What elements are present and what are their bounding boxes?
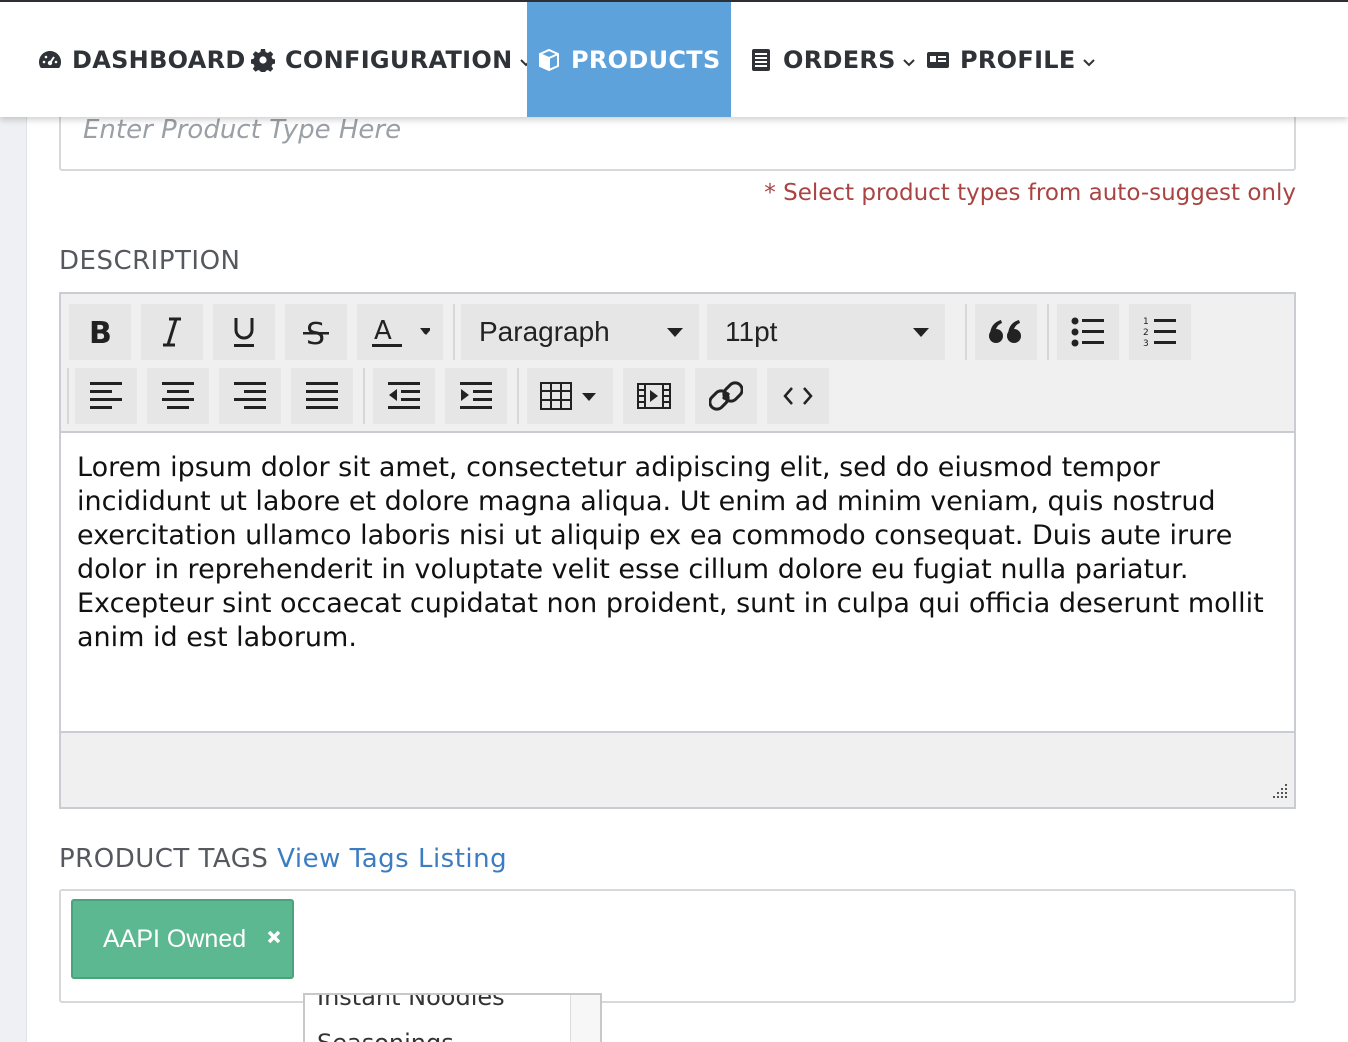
chevron-down-icon bbox=[667, 328, 683, 337]
media-button[interactable] bbox=[623, 368, 685, 424]
chevron-down-icon bbox=[1082, 58, 1095, 66]
outdent-button[interactable] bbox=[373, 368, 435, 424]
toolbar-separator bbox=[363, 368, 365, 424]
blockquote-button[interactable] bbox=[975, 304, 1037, 360]
underline-button[interactable] bbox=[213, 304, 275, 360]
chevron-down-icon bbox=[903, 58, 915, 66]
table-icon bbox=[540, 382, 596, 410]
product-tags-label: PRODUCT TAGS View Tags Listing bbox=[59, 844, 507, 874]
nav-dashboard[interactable]: DASHBOARD bbox=[38, 2, 246, 117]
align-center-icon bbox=[162, 382, 194, 409]
nav-label: CONFIGURATION bbox=[285, 45, 513, 74]
top-navbar: DASHBOARD CONFIGURATION PRODUCTS ORDERS … bbox=[0, 0, 1348, 117]
nav-orders[interactable]: ORDERS bbox=[749, 2, 916, 117]
left-gutter bbox=[0, 0, 27, 1042]
indent-button[interactable] bbox=[445, 368, 507, 424]
nav-label: PRODUCTS bbox=[571, 45, 721, 74]
align-justify-icon bbox=[306, 382, 338, 409]
source-code-button[interactable] bbox=[767, 368, 829, 424]
svg-text:3: 3 bbox=[1143, 339, 1149, 349]
bold-icon: B bbox=[89, 317, 112, 347]
film-icon bbox=[637, 383, 671, 409]
chevron-down-icon bbox=[913, 328, 929, 337]
product-tags-title: PRODUCT TAGS bbox=[59, 844, 269, 874]
description-text: Lorem ipsum dolor sit amet, consectetur … bbox=[77, 452, 1264, 653]
align-right-button[interactable] bbox=[219, 368, 281, 424]
italic-button[interactable] bbox=[141, 304, 203, 360]
product-type-hint: * Select product types from auto-suggest… bbox=[764, 180, 1296, 206]
align-center-button[interactable] bbox=[147, 368, 209, 424]
strikethrough-icon: S bbox=[303, 317, 329, 348]
toolbar-separator bbox=[1047, 304, 1049, 360]
tags-input[interactable]: AAPI Owned bbox=[59, 889, 1296, 1003]
svg-text:1: 1 bbox=[1143, 317, 1149, 327]
font-size-value: 11pt bbox=[725, 316, 778, 347]
nav-products[interactable]: PRODUCTS bbox=[527, 2, 731, 117]
list-icon bbox=[749, 48, 773, 72]
strikethrough-button[interactable]: S bbox=[285, 304, 347, 360]
nav-profile[interactable]: PROFILE bbox=[926, 2, 1096, 117]
editor-toolbar: B S A Paragraph 11pt 12 3 bbox=[61, 294, 1294, 431]
bullet-list-icon bbox=[1071, 317, 1104, 347]
remove-tag-icon[interactable] bbox=[266, 929, 282, 945]
font-size-select[interactable]: 11pt bbox=[707, 304, 945, 360]
toolbar-separator bbox=[67, 368, 69, 424]
suggestions-scrollbar[interactable] bbox=[570, 995, 600, 1042]
product-type-input[interactable] bbox=[83, 112, 1263, 148]
numbered-list-button[interactable]: 123 bbox=[1129, 304, 1191, 360]
gear-icon bbox=[251, 48, 275, 72]
align-right-icon bbox=[234, 382, 266, 409]
align-left-icon bbox=[90, 382, 122, 409]
box-icon bbox=[537, 48, 561, 72]
italic-icon bbox=[163, 317, 181, 347]
bullet-list-button[interactable] bbox=[1057, 304, 1119, 360]
editor-statusbar bbox=[61, 733, 1294, 807]
toolbar-separator bbox=[453, 304, 455, 360]
description-label: DESCRIPTION bbox=[59, 246, 241, 276]
align-justify-button[interactable] bbox=[291, 368, 353, 424]
view-tags-link[interactable]: View Tags Listing bbox=[277, 844, 507, 874]
svg-text:B: B bbox=[89, 317, 112, 347]
tag-suggestions-dropdown: Instant Noodles Seasonings bbox=[303, 993, 602, 1042]
toolbar-separator bbox=[517, 368, 519, 424]
suggestion-item[interactable]: Instant Noodles bbox=[317, 995, 505, 1011]
outdent-icon bbox=[388, 382, 420, 409]
nav-configuration[interactable]: CONFIGURATION bbox=[251, 2, 533, 117]
text-color-icon: A bbox=[372, 316, 430, 347]
resize-handle-icon[interactable] bbox=[1270, 783, 1288, 801]
bold-button[interactable]: B bbox=[69, 304, 131, 360]
align-left-button[interactable] bbox=[75, 368, 137, 424]
quote-icon bbox=[989, 320, 1021, 343]
table-button[interactable] bbox=[527, 368, 613, 424]
nav-label: PROFILE bbox=[960, 45, 1076, 74]
nav-label: DASHBOARD bbox=[72, 45, 246, 74]
tag-label: AAPI Owned bbox=[103, 924, 247, 953]
numbered-list-icon: 123 bbox=[1143, 317, 1176, 349]
svg-text:2: 2 bbox=[1143, 328, 1149, 338]
text-color-button[interactable]: A bbox=[357, 304, 443, 360]
tag-chip: AAPI Owned bbox=[71, 899, 294, 979]
link-icon bbox=[709, 381, 743, 411]
indent-icon bbox=[460, 382, 492, 409]
link-button[interactable] bbox=[695, 368, 757, 424]
code-icon bbox=[783, 387, 813, 405]
svg-text:A: A bbox=[374, 316, 392, 346]
block-format-value: Paragraph bbox=[479, 316, 610, 347]
rich-text-editor: B S A Paragraph 11pt 12 3 Lorem ipsum do… bbox=[59, 292, 1296, 809]
suggestion-item[interactable]: Seasonings bbox=[317, 1029, 454, 1042]
editor-content[interactable]: Lorem ipsum dolor sit amet, consectetur … bbox=[61, 431, 1294, 733]
dashboard-icon bbox=[38, 48, 62, 72]
id-card-icon bbox=[926, 48, 950, 72]
underline-icon bbox=[234, 318, 254, 347]
block-format-select[interactable]: Paragraph bbox=[461, 304, 699, 360]
toolbar-separator bbox=[965, 304, 967, 360]
nav-label: ORDERS bbox=[783, 45, 896, 74]
